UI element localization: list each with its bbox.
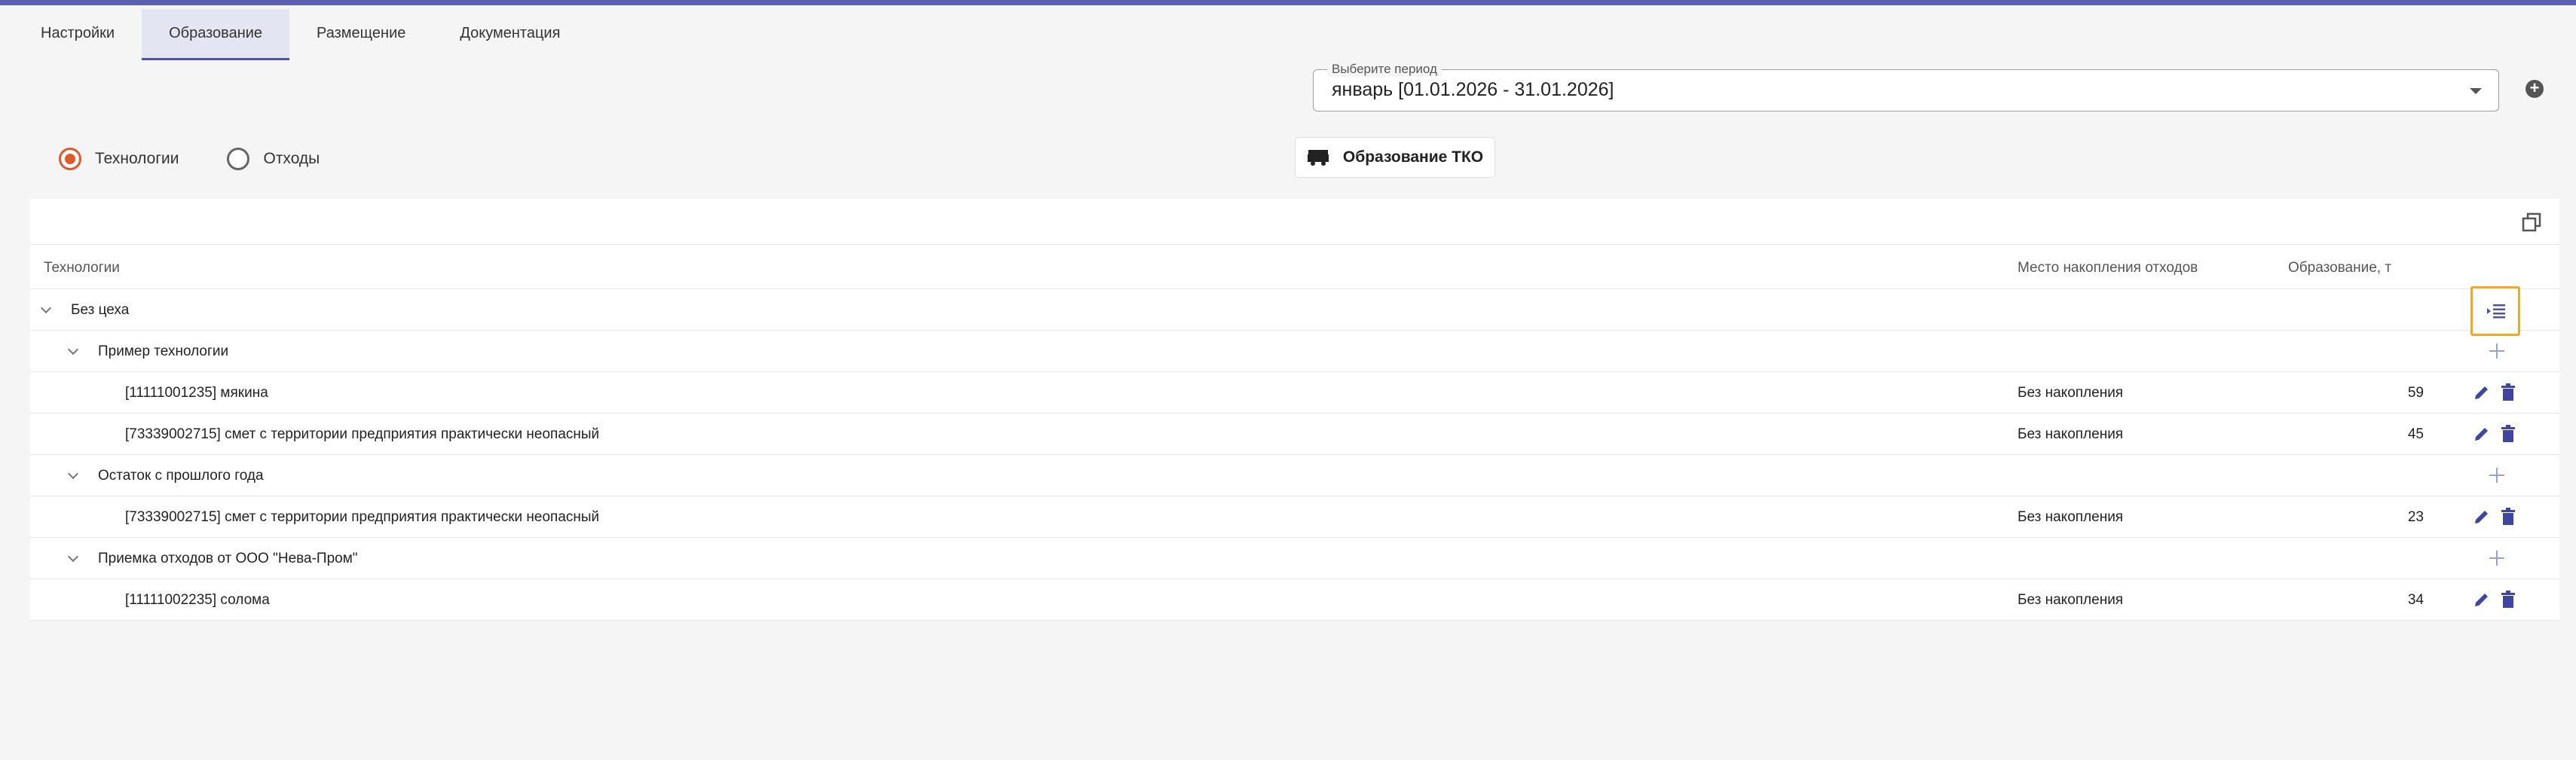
tko-formation-button-label: Образование ТКО xyxy=(1342,148,1484,166)
row-place: Без накопления xyxy=(2018,592,2124,608)
view-mode-radio-group: Технологии Отходы xyxy=(59,148,368,170)
table-row: Приемка отходов от ООО "Нева-Пром" xyxy=(30,538,2559,579)
expand-all-button[interactable] xyxy=(2470,286,2520,336)
chevron-down-icon[interactable] xyxy=(40,302,52,314)
trash-icon[interactable] xyxy=(2500,591,2516,609)
radio-waste-label: Отходы xyxy=(263,150,320,167)
row-name: [73339002715] смет с территории предприя… xyxy=(125,509,600,525)
tko-formation-button[interactable]: Образование ТКО xyxy=(1295,137,1495,178)
table-row: Остаток с прошлого года xyxy=(30,455,2559,496)
radio-technologies[interactable]: Технологии xyxy=(59,148,179,170)
row-place: Без накопления xyxy=(2018,426,2124,442)
pencil-icon[interactable] xyxy=(2474,508,2490,525)
row-name: Пример технологии xyxy=(98,343,229,359)
table-row: Без цеха xyxy=(30,286,2559,336)
table-row: [11111001235] мякина Без накопления 59 xyxy=(30,372,2559,414)
row-amount: 59 xyxy=(2407,385,2424,401)
technologies-table: Технологии Место накопления отходов Обра… xyxy=(30,199,2559,621)
tab-settings[interactable]: Настройки xyxy=(14,9,142,60)
chevron-down-icon[interactable] xyxy=(67,551,79,563)
row-amount: 45 xyxy=(2407,426,2424,442)
table-row: [73339002715] смет с территории предприя… xyxy=(30,414,2559,455)
row-name: Приемка отходов от ООО "Нева-Пром" xyxy=(98,551,358,566)
row-place: Без накопления xyxy=(2018,509,2124,525)
add-icon[interactable] xyxy=(2487,341,2507,361)
dropdown-arrow-icon xyxy=(2470,88,2482,94)
table-row: [11111002235] солома Без накопления 34 xyxy=(30,579,2559,621)
radio-technologies-label: Технологии xyxy=(95,150,179,167)
table-row: Пример технологии xyxy=(30,331,2559,372)
pencil-icon[interactable] xyxy=(2474,591,2490,608)
row-amount: 23 xyxy=(2407,509,2424,525)
chevron-down-icon[interactable] xyxy=(67,468,79,480)
column-header-tech: Технологии xyxy=(44,260,120,276)
period-select-label: Выберите период xyxy=(1327,62,1442,77)
row-amount: 34 xyxy=(2407,592,2424,608)
pencil-icon[interactable] xyxy=(2474,426,2490,442)
top-accent-bar xyxy=(0,0,2576,5)
row-name: [11111001235] мякина xyxy=(125,385,268,401)
row-place: Без накопления xyxy=(2018,385,2124,401)
tab-formation[interactable]: Образование xyxy=(142,9,290,60)
table-header: Технологии Место накопления отходов Обра… xyxy=(30,244,2559,289)
add-icon[interactable] xyxy=(2487,548,2507,568)
period-select-value: январь [01.01.2026 - 31.01.2026] xyxy=(1332,79,1614,100)
trash-icon[interactable] xyxy=(2500,383,2516,401)
copy-icon[interactable] xyxy=(2522,212,2541,232)
column-header-amount: Образование, т xyxy=(2288,260,2392,276)
add-period-icon[interactable]: + xyxy=(2526,80,2544,98)
radio-checked-icon xyxy=(59,148,81,170)
row-name: Без цеха xyxy=(71,302,130,318)
row-name: [73339002715] смет с территории предприя… xyxy=(125,426,600,442)
tab-bar: Настройки Образование Размещение Докумен… xyxy=(14,9,587,60)
row-name: [11111002235] солома xyxy=(125,592,270,608)
row-name: Остаток с прошлого года xyxy=(98,468,264,484)
chevron-down-icon[interactable] xyxy=(67,343,79,356)
truck-icon xyxy=(1307,150,1329,166)
pencil-icon[interactable] xyxy=(2474,384,2490,401)
trash-icon[interactable] xyxy=(2500,425,2516,443)
radio-waste[interactable]: Отходы xyxy=(227,148,320,170)
radio-unchecked-icon xyxy=(227,148,250,170)
table-row: [73339002715] смет с территории предприя… xyxy=(30,496,2559,538)
expand-list-icon xyxy=(2487,304,2505,319)
add-icon[interactable] xyxy=(2487,465,2507,485)
tab-documentation[interactable]: Документация xyxy=(433,9,587,60)
column-header-place: Место накопления отходов xyxy=(2018,260,2198,276)
tab-placement[interactable]: Размещение xyxy=(289,9,433,60)
trash-icon[interactable] xyxy=(2500,508,2516,526)
period-select[interactable]: Выберите период январь [01.01.2026 - 31.… xyxy=(1313,62,2499,111)
